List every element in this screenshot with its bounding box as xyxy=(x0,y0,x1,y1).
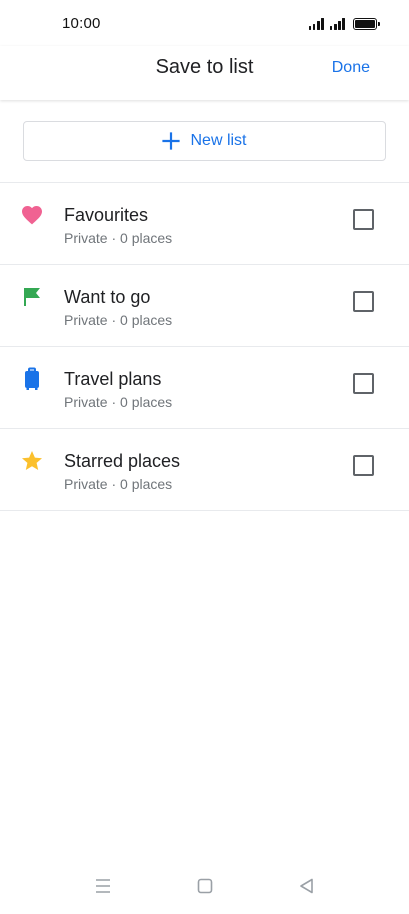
home-square-icon[interactable] xyxy=(194,875,216,897)
list-item-title: Want to go xyxy=(64,287,151,307)
done-button[interactable]: Done xyxy=(332,59,370,77)
list-item-subtitle: Private · 0 places xyxy=(64,312,173,328)
checkbox[interactable] xyxy=(353,455,374,476)
checkbox[interactable] xyxy=(353,209,374,230)
heart-icon xyxy=(20,203,44,227)
app-header: Save to list Done xyxy=(0,46,409,100)
list-item-favourites[interactable]: Favourites Private · 0 places xyxy=(0,183,409,264)
list-item-travel-plans[interactable]: Travel plans Private · 0 places xyxy=(0,347,409,428)
list-item-want-to-go[interactable]: Want to go Private · 0 places xyxy=(0,265,409,346)
list-item-subtitle: Private · 0 places xyxy=(64,230,173,246)
back-triangle-icon[interactable] xyxy=(296,875,318,897)
list-item-title: Favourites xyxy=(64,205,149,225)
status-bar: 10:00 xyxy=(0,0,409,46)
status-time: 10:00 xyxy=(62,15,101,32)
divider xyxy=(0,510,409,511)
status-icons xyxy=(308,16,380,30)
list-item-starred-places[interactable]: Starred places Private · 0 places xyxy=(0,429,409,510)
menu-icon[interactable] xyxy=(92,875,114,897)
flag-icon xyxy=(20,285,44,309)
battery-icon xyxy=(353,18,380,30)
suitcase-icon xyxy=(20,367,44,391)
plus-icon xyxy=(162,132,181,150)
new-list-label: New list xyxy=(190,132,247,149)
cellular-signal-icon xyxy=(308,18,324,30)
system-nav-bar xyxy=(0,860,409,914)
cellular-signal-icon-2 xyxy=(329,18,345,30)
star-icon xyxy=(20,449,44,473)
list-item-title: Starred places xyxy=(64,451,181,471)
list-item-subtitle: Private · 0 places xyxy=(64,476,173,492)
list-item-title: Travel plans xyxy=(64,369,162,389)
checkbox[interactable] xyxy=(353,373,374,394)
checkbox[interactable] xyxy=(353,291,374,312)
new-list-button[interactable]: New list xyxy=(23,121,386,161)
list-item-subtitle: Private · 0 places xyxy=(64,394,173,410)
